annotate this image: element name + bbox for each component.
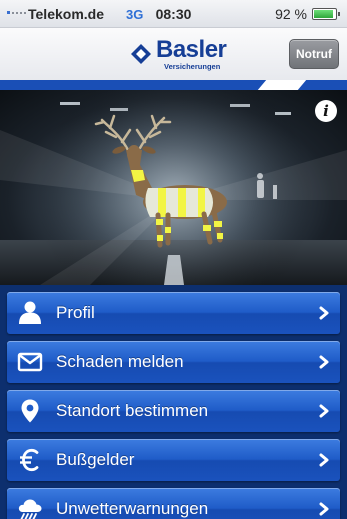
chevron-right-icon xyxy=(319,502,329,516)
menu-item-unwetterwarnungen[interactable]: Unwetterwarnungen xyxy=(7,488,340,519)
header-band xyxy=(0,80,347,90)
logo-subtitle: Versicherungen xyxy=(164,62,221,71)
chevron-right-icon xyxy=(319,453,329,467)
hero-image: i xyxy=(0,90,347,285)
deer-illustration xyxy=(0,90,347,285)
app-header: Basler Versicherungen Notruf xyxy=(0,28,347,80)
menu-item-label: Schaden melden xyxy=(56,352,184,371)
person-icon xyxy=(19,301,41,324)
euro-icon xyxy=(20,448,39,472)
basler-diamond-icon xyxy=(131,44,151,64)
notruf-button[interactable]: Notruf xyxy=(289,39,339,69)
chevron-right-icon xyxy=(319,306,329,320)
menu-item-schaden-melden[interactable]: Schaden melden xyxy=(7,341,340,383)
menu-item-label: Standort bestimmen xyxy=(56,401,209,420)
menu-item-label: Unwetterwarnungen xyxy=(56,499,209,518)
band-stripe xyxy=(257,80,307,90)
status-bar: Telekom.de 3G 08:30 92 % xyxy=(0,0,347,28)
menu-item-bussgelder[interactable]: Bußgelder xyxy=(7,439,340,481)
menu-item-profil[interactable]: Profil xyxy=(7,292,340,334)
basler-logo[interactable]: Basler Versicherungen xyxy=(130,36,240,73)
info-icon[interactable]: i xyxy=(315,100,337,122)
chevron-right-icon xyxy=(319,404,329,418)
menu-item-label: Profil xyxy=(56,303,95,322)
battery-icon xyxy=(312,8,340,20)
battery-fill xyxy=(314,10,334,18)
menu-item-standort-bestimmen[interactable]: Standort bestimmen xyxy=(7,390,340,432)
location-pin-icon xyxy=(21,399,39,423)
chevron-right-icon xyxy=(319,355,329,369)
storm-cloud-icon xyxy=(18,499,42,519)
logo-name: Basler xyxy=(156,36,227,63)
envelope-icon xyxy=(17,352,43,372)
menu-item-label: Bußgelder xyxy=(56,450,135,469)
battery-percent: 92 % xyxy=(275,6,307,22)
